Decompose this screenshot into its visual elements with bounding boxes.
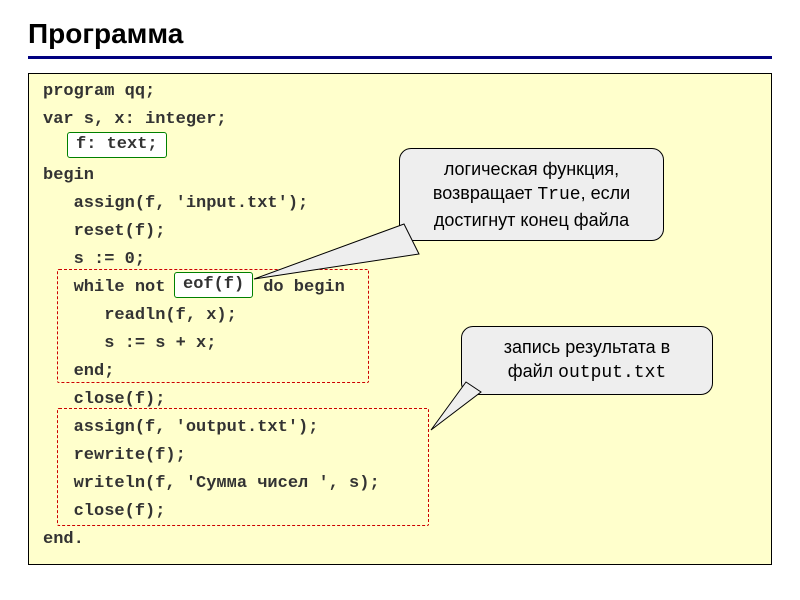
callout-text: достигнут конец файла — [414, 208, 649, 232]
code-line: var s, x: integer; — [43, 106, 227, 134]
callout-code: output.txt — [558, 363, 666, 383]
highlight-ftext: f: text; — [67, 132, 167, 158]
callout-text: файл output.txt — [476, 359, 698, 385]
dashed-while-block — [57, 269, 369, 383]
code-line: begin — [43, 162, 94, 190]
callout-text-part: файл — [508, 361, 558, 381]
callout-eof: логическая функция, возвращает True, есл… — [399, 148, 664, 241]
code-box: program qq; var s, x: integer; f: text; … — [28, 73, 772, 565]
code-line: assign(f, 'input.txt'); — [43, 190, 308, 218]
code-line: end. — [43, 526, 84, 554]
callout-text-part: , если — [581, 183, 631, 203]
callout-code: True — [537, 185, 580, 205]
code-line: program qq; — [43, 78, 155, 106]
callout-text: логическая функция, — [414, 157, 649, 181]
callout-text: запись результата в — [476, 335, 698, 359]
code-line: reset(f); — [43, 218, 165, 246]
callout-text: возвращает True, если — [414, 181, 649, 207]
callout-text-part: возвращает — [433, 183, 537, 203]
callout-output: запись результата в файл output.txt — [461, 326, 713, 395]
title-rule — [28, 56, 772, 59]
slide-title: Программа — [28, 18, 772, 50]
dashed-output-block — [57, 408, 429, 526]
